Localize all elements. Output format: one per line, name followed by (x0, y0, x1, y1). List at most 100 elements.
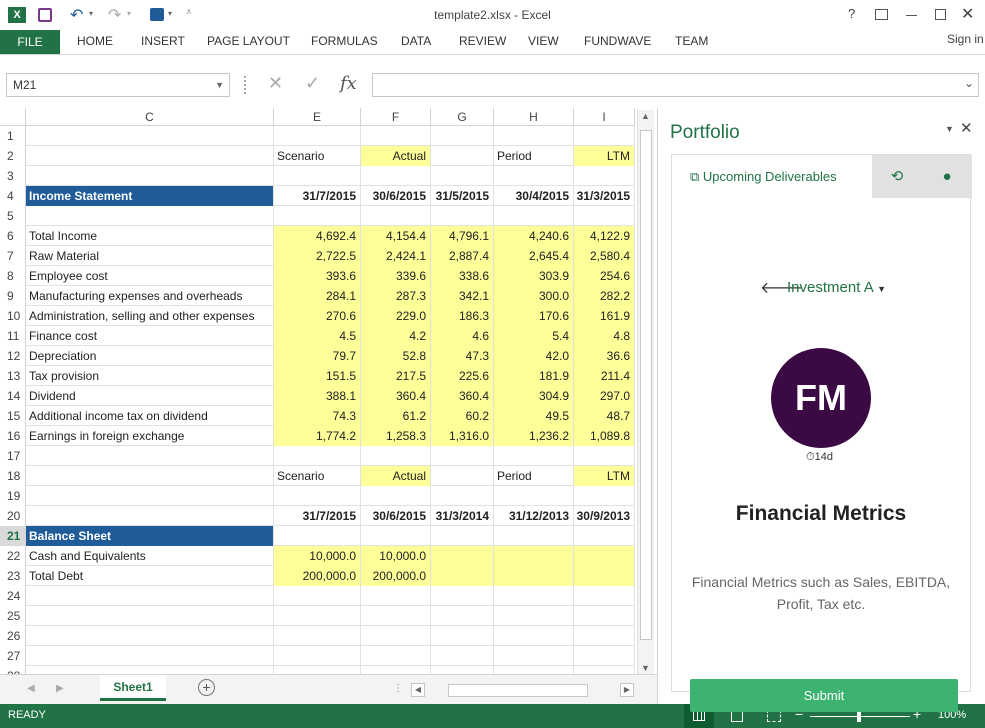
cell-e1[interactable] (274, 126, 361, 146)
tab-data[interactable]: DATA (401, 34, 431, 48)
row-header[interactable]: 15 (0, 406, 26, 426)
cell-f26[interactable] (361, 626, 431, 646)
cell-e8[interactable]: 393.6 (274, 266, 361, 286)
cell-c23[interactable]: Total Debt (26, 566, 274, 586)
cell-i17[interactable] (574, 446, 635, 466)
pane-close-icon[interactable]: ✕ (960, 119, 973, 137)
cell-i28[interactable] (574, 666, 635, 674)
help-icon[interactable]: ? (848, 6, 855, 21)
cell-h15[interactable]: 49.5 (494, 406, 574, 426)
column-header-f[interactable]: F (361, 108, 431, 126)
cell-f17[interactable] (361, 446, 431, 466)
cell-g19[interactable] (431, 486, 494, 506)
row-header[interactable]: 22 (0, 546, 26, 566)
tab-formulas[interactable]: FORMULAS (311, 34, 378, 48)
cell-e5[interactable] (274, 206, 361, 226)
cell-h19[interactable] (494, 486, 574, 506)
tab-upcoming-deliverables[interactable]: ⧉ Upcoming Deliverables (672, 155, 872, 198)
cell-e25[interactable] (274, 606, 361, 626)
cell-g3[interactable] (431, 166, 494, 186)
cell-f2[interactable]: Actual (361, 146, 431, 166)
cell-h27[interactable] (494, 646, 574, 666)
row-header[interactable]: 23 (0, 566, 26, 586)
tab-home[interactable]: HOME (77, 34, 113, 48)
cell-i19[interactable] (574, 486, 635, 506)
cell-h10[interactable]: 170.6 (494, 306, 574, 326)
cell-g21[interactable] (431, 526, 494, 546)
cell-f28[interactable] (361, 666, 431, 674)
cell-i24[interactable] (574, 586, 635, 606)
cell-c6[interactable]: Total Income (26, 226, 274, 246)
cell-f3[interactable] (361, 166, 431, 186)
cell-h4[interactable]: 30/4/2015 (494, 186, 574, 206)
cell-c21[interactable]: Balance Sheet (26, 526, 274, 546)
cell-h3[interactable] (494, 166, 574, 186)
cell-h18[interactable]: Period (494, 466, 574, 486)
cell-g17[interactable] (431, 446, 494, 466)
hscroll-right-icon[interactable]: ▶ (620, 683, 634, 697)
vertical-scrollbar[interactable]: ▲ ▼ (637, 110, 654, 676)
cell-f23[interactable]: 200,000.0 (361, 566, 431, 586)
column-header-g[interactable]: G (431, 108, 494, 126)
cell-c24[interactable] (26, 586, 274, 606)
cell-i16[interactable]: 1,089.8 (574, 426, 635, 446)
cell-h23[interactable] (494, 566, 574, 586)
cell-f18[interactable]: Actual (361, 466, 431, 486)
cell-e17[interactable] (274, 446, 361, 466)
cell-f22[interactable]: 10,000.0 (361, 546, 431, 566)
cell-c9[interactable]: Manufacturing expenses and overheads (26, 286, 274, 306)
cell-h7[interactable]: 2,645.4 (494, 246, 574, 266)
cell-i15[interactable]: 48.7 (574, 406, 635, 426)
cell-g24[interactable] (431, 586, 494, 606)
cell-f7[interactable]: 2,424.1 (361, 246, 431, 266)
cell-g16[interactable]: 1,316.0 (431, 426, 494, 446)
cell-c18[interactable] (26, 466, 274, 486)
cell-e9[interactable]: 284.1 (274, 286, 361, 306)
cell-e14[interactable]: 388.1 (274, 386, 361, 406)
cell-h28[interactable] (494, 666, 574, 674)
cell-i21[interactable] (574, 526, 635, 546)
cell-e3[interactable] (274, 166, 361, 186)
cell-f16[interactable]: 1,258.3 (361, 426, 431, 446)
cell-c7[interactable]: Raw Material (26, 246, 274, 266)
cell-g8[interactable]: 338.6 (431, 266, 494, 286)
cell-h8[interactable]: 303.9 (494, 266, 574, 286)
cell-c12[interactable]: Depreciation (26, 346, 274, 366)
row-header[interactable]: 11 (0, 326, 26, 346)
cell-i12[interactable]: 36.6 (574, 346, 635, 366)
cell-e20[interactable]: 31/7/2015 (274, 506, 361, 526)
horizontal-scroll-thumb[interactable] (448, 684, 588, 697)
cell-i27[interactable] (574, 646, 635, 666)
tab-globe[interactable]: ● (922, 155, 972, 198)
cell-i5[interactable] (574, 206, 635, 226)
row-header[interactable]: 1 (0, 126, 26, 146)
cell-h13[interactable]: 181.9 (494, 366, 574, 386)
row-header[interactable]: 18 (0, 466, 26, 486)
sheet-scroll-right-icon[interactable]: ▶ (56, 683, 64, 694)
cell-c5[interactable] (26, 206, 274, 226)
tab-page-layout[interactable]: PAGE LAYOUT (207, 34, 290, 48)
column-header-c[interactable]: C (26, 108, 274, 126)
row-header[interactable]: 28 (0, 666, 26, 674)
cell-c26[interactable] (26, 626, 274, 646)
cell-g28[interactable] (431, 666, 494, 674)
cell-g18[interactable] (431, 466, 494, 486)
formula-bar-grip-icon[interactable] (244, 76, 246, 94)
scroll-thumb[interactable] (640, 130, 652, 640)
cell-h22[interactable] (494, 546, 574, 566)
cell-e26[interactable] (274, 626, 361, 646)
cell-i26[interactable] (574, 626, 635, 646)
pane-options-icon[interactable]: ▼ (945, 124, 954, 134)
cell-g25[interactable] (431, 606, 494, 626)
splitter-grip-icon[interactable]: ⋮ (393, 683, 403, 694)
maximize-icon[interactable] (935, 9, 946, 20)
row-header[interactable]: 8 (0, 266, 26, 286)
cell-f1[interactable] (361, 126, 431, 146)
row-header[interactable]: 14 (0, 386, 26, 406)
cell-e23[interactable]: 200,000.0 (274, 566, 361, 586)
cell-c4[interactable]: Income Statement (26, 186, 274, 206)
cell-f9[interactable]: 287.3 (361, 286, 431, 306)
sign-in-link[interactable]: Sign in (947, 32, 984, 46)
cell-c16[interactable]: Earnings in foreign exchange (26, 426, 274, 446)
row-header[interactable]: 17 (0, 446, 26, 466)
